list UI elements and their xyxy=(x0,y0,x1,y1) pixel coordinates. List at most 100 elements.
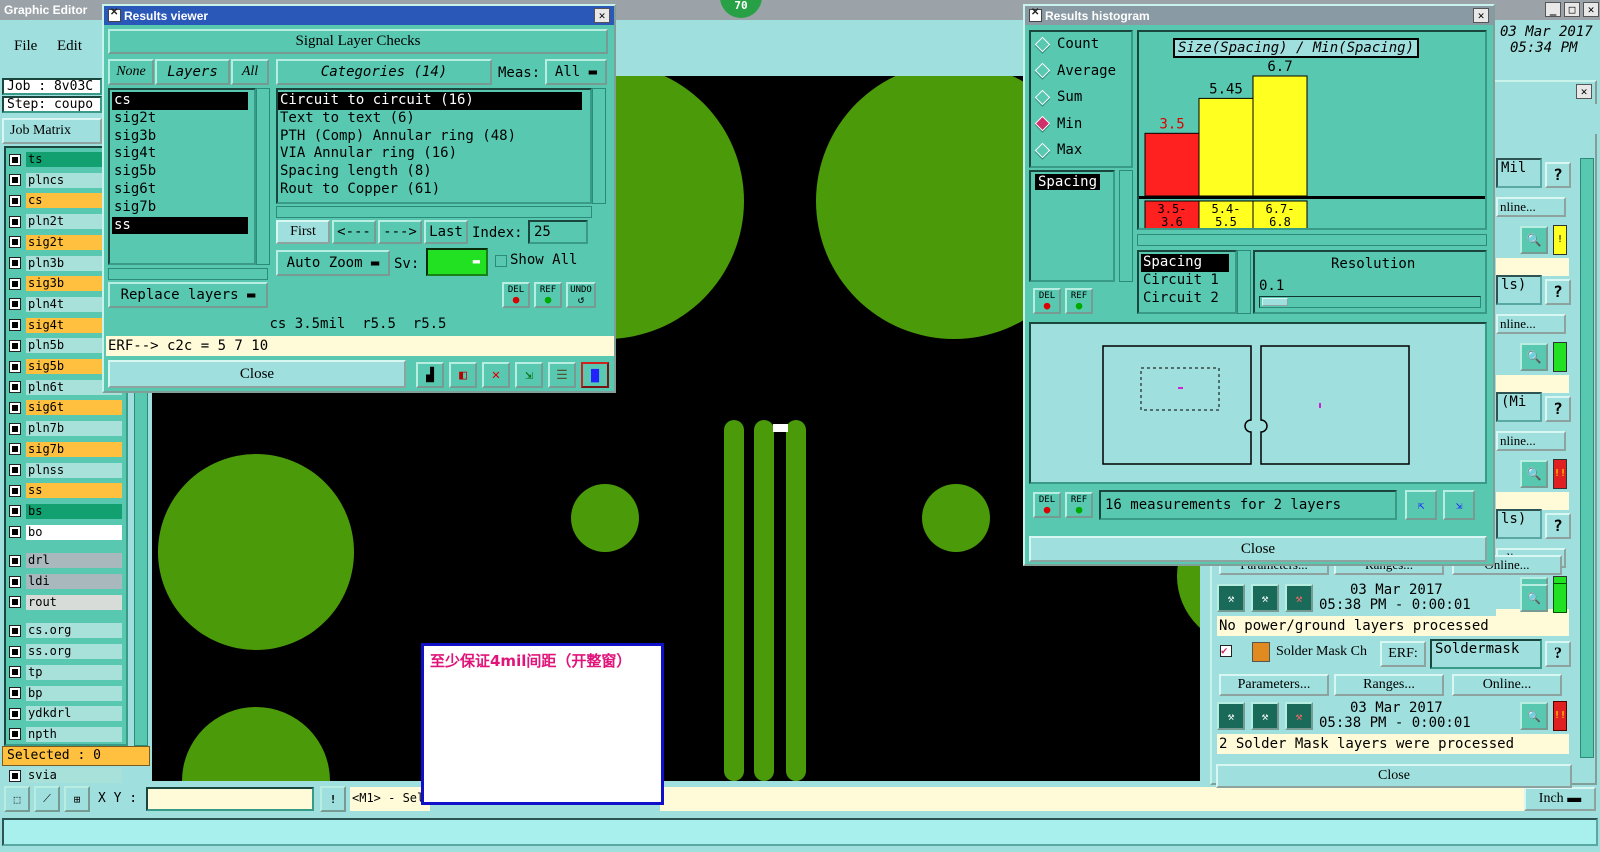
result-layer-item[interactable]: sig5b xyxy=(112,163,248,181)
zoom-result-icon[interactable]: 🔍 xyxy=(1520,343,1548,371)
hist-del-icon[interactable]: DEL ● xyxy=(1033,288,1061,314)
clear-marks-icon[interactable]: ✕ xyxy=(482,362,510,388)
layer-checkbox[interactable] xyxy=(9,319,21,332)
circuit-item[interactable]: Circuit 1 xyxy=(1141,272,1229,290)
online-button[interactable]: nline... xyxy=(1496,314,1566,334)
layer-checkbox[interactable] xyxy=(9,554,21,567)
category-item[interactable]: Circuit to circuit (16) xyxy=(278,92,582,110)
category-scrollbar[interactable] xyxy=(592,88,606,204)
del-icon[interactable]: DEL ● xyxy=(502,282,530,308)
layers-all-button[interactable]: All xyxy=(231,59,269,85)
category-item[interactable]: Rout to Copper (61) xyxy=(278,181,582,199)
layer-checkbox[interactable] xyxy=(9,339,21,352)
help-button[interactable]: ? xyxy=(1545,513,1571,539)
run-all-icon[interactable]: ⚒ xyxy=(1251,584,1279,612)
radio-min[interactable]: Min xyxy=(1034,116,1082,132)
layer-row[interactable]: ss.org xyxy=(6,643,122,660)
replace-layers-select[interactable]: Replace layers ▬ xyxy=(108,282,268,308)
last-button[interactable]: Last xyxy=(424,220,468,244)
layer-checkbox[interactable] xyxy=(9,298,21,311)
category-item[interactable]: Spacing length (8) xyxy=(278,163,582,181)
layer-checkbox[interactable] xyxy=(9,194,21,207)
maximize-button[interactable]: □ xyxy=(1564,2,1580,17)
layer-checkbox[interactable] xyxy=(9,526,21,539)
layer-row[interactable]: ldi xyxy=(6,573,122,590)
layer-checkbox[interactable] xyxy=(9,153,21,166)
layer-checkbox[interactable] xyxy=(9,575,21,588)
resolution-slider-thumb[interactable] xyxy=(1262,298,1288,306)
result-layer-item[interactable]: cs xyxy=(112,92,248,110)
radio-average[interactable]: Average xyxy=(1034,63,1116,79)
online-button-2[interactable]: Online... xyxy=(1452,674,1562,696)
layer-checkbox[interactable] xyxy=(9,464,21,476)
layer-checkbox[interactable] xyxy=(9,443,21,456)
zoom-result-icon-2[interactable]: 🔍 xyxy=(1520,702,1548,730)
zoom-result-icon[interactable]: 🔍 xyxy=(1520,226,1548,254)
highlight-icon[interactable]: ▟ xyxy=(416,362,444,388)
erf-button[interactable]: ERF: xyxy=(1380,641,1426,667)
online-button[interactable]: nline... xyxy=(1496,197,1566,217)
stop-icon[interactable]: ⚒ xyxy=(1285,584,1313,612)
layer-row[interactable]: sig6t xyxy=(6,399,122,416)
layer-row[interactable]: drl xyxy=(6,552,122,569)
layer-row[interactable]: plnss xyxy=(6,462,122,479)
run-icon-2[interactable]: ⚒ xyxy=(1217,702,1245,730)
layer-row[interactable]: sig7b xyxy=(6,441,122,458)
histogram-close-icon[interactable]: ✕ xyxy=(1473,8,1489,23)
results-viewer-close-icon[interactable]: ✕ xyxy=(594,8,610,23)
command-line[interactable] xyxy=(2,818,1598,846)
help-button[interactable]: ? xyxy=(1545,279,1571,305)
solder-mask-checkbox[interactable]: ✔ xyxy=(1220,645,1232,657)
show-all-checkbox[interactable] xyxy=(495,255,507,267)
measure-scrollbar[interactable] xyxy=(1119,170,1133,282)
layer-row[interactable]: rout xyxy=(6,594,122,611)
layer-row[interactable]: ss xyxy=(6,482,122,499)
histogram-icon[interactable]: ▇ xyxy=(581,362,609,388)
grid-icon[interactable]: ⊞ xyxy=(64,786,90,812)
circuit-item[interactable]: Circuit 2 xyxy=(1141,290,1229,308)
meas-select[interactable]: All ▬ xyxy=(545,59,607,85)
category-hscroll[interactable] xyxy=(276,206,592,218)
ranges-button-2[interactable]: Ranges... xyxy=(1334,674,1444,696)
layer-checkbox[interactable] xyxy=(9,687,21,699)
layer-row[interactable]: npth xyxy=(6,726,122,743)
layer-checkbox[interactable] xyxy=(9,257,21,269)
next-button[interactable]: ---> xyxy=(378,220,422,244)
radio-count[interactable]: Count xyxy=(1034,36,1099,52)
layer-checkbox[interactable] xyxy=(9,360,21,373)
result-layer-item[interactable]: sig4t xyxy=(112,145,248,163)
layers-none-button[interactable]: None xyxy=(108,59,154,85)
run-all-icon-2[interactable]: ⚒ xyxy=(1251,702,1279,730)
zoom-result-icon[interactable]: 🔍 xyxy=(1520,584,1548,612)
layer-row[interactable]: tp xyxy=(6,664,122,681)
layer-checkbox[interactable] xyxy=(9,174,21,187)
xy-input[interactable] xyxy=(146,787,314,811)
layer-checkbox[interactable] xyxy=(9,769,21,782)
layer-list-scrollbar[interactable] xyxy=(256,88,270,265)
import-graph-icon[interactable]: ⇲ xyxy=(1443,490,1475,520)
window-close-icon[interactable]: ✕ xyxy=(1583,2,1599,17)
help-button[interactable]: ? xyxy=(1545,162,1571,188)
layer-checkbox[interactable] xyxy=(9,624,21,637)
radio-sum[interactable]: Sum xyxy=(1034,89,1082,105)
histogram-close-button[interactable]: Close xyxy=(1029,536,1487,562)
layer-checkbox[interactable] xyxy=(9,505,21,518)
zoom-result-icon[interactable]: 🔍 xyxy=(1520,460,1548,488)
layer-row[interactable]: bp xyxy=(6,685,122,702)
result-layer-item[interactable]: sig2t xyxy=(112,110,248,128)
circuit-item[interactable]: Spacing xyxy=(1141,254,1229,272)
auto-zoom-select[interactable]: Auto Zoom ▬ xyxy=(276,250,390,276)
layer-list-hscroll[interactable] xyxy=(108,268,268,280)
layer-checkbox[interactable] xyxy=(9,236,21,249)
result-layer-item[interactable]: sig3b xyxy=(112,128,248,146)
units-select[interactable]: Inch ▬ xyxy=(1524,787,1596,811)
first-button[interactable]: First xyxy=(276,220,330,244)
result-layer-item[interactable]: sig6t xyxy=(112,181,248,199)
layer-checkbox[interactable] xyxy=(9,277,21,290)
export-graph-icon[interactable]: ⇱ xyxy=(1405,490,1437,520)
checklist-close-button[interactable]: Close xyxy=(1216,764,1572,788)
layer-checkbox[interactable] xyxy=(9,728,21,741)
result-layer-item[interactable]: sig7b xyxy=(112,199,248,217)
layer-row[interactable]: cs.org xyxy=(6,622,122,639)
help-button[interactable]: ? xyxy=(1545,396,1571,422)
